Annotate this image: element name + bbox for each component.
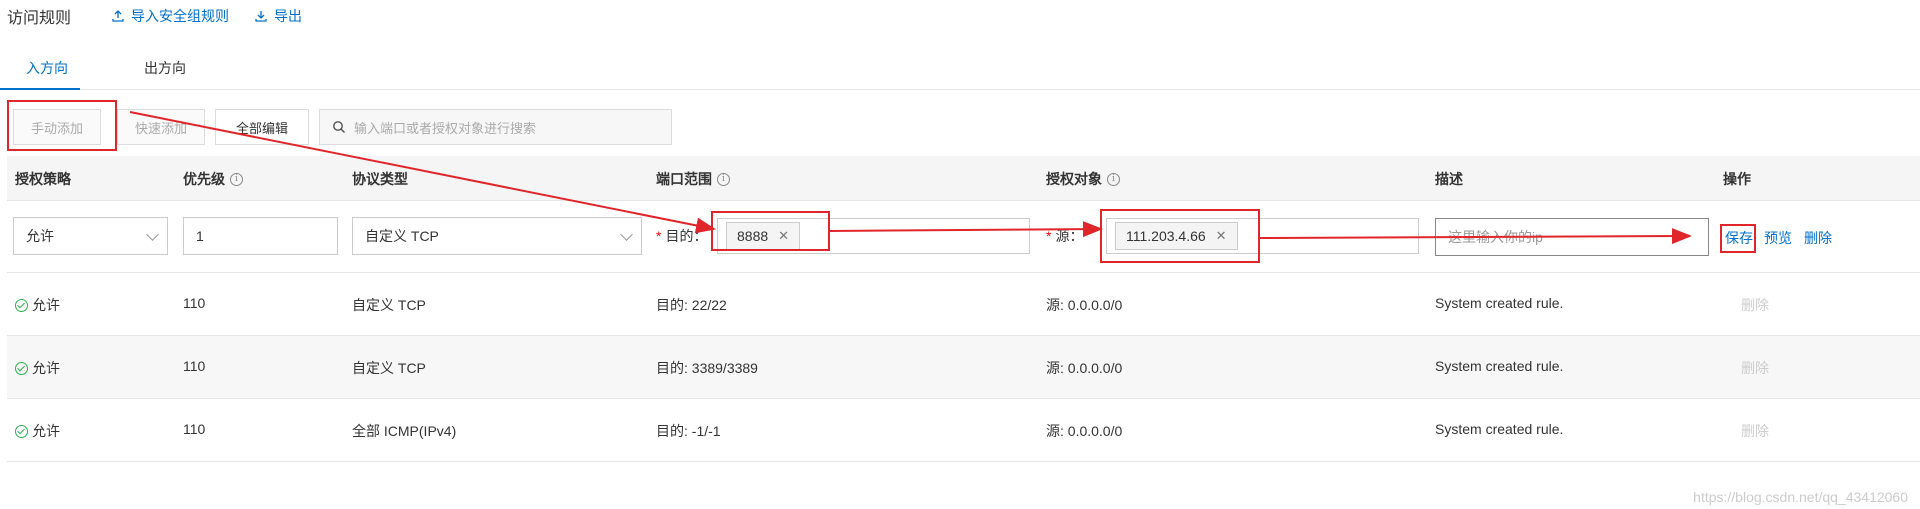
- priority-cell: 110: [183, 295, 206, 311]
- info-icon[interactable]: i: [230, 172, 243, 186]
- policy-cell: 允许: [15, 295, 60, 315]
- check-circle-icon: [15, 425, 28, 438]
- col-actions: 操作: [1723, 171, 1751, 187]
- delete-button[interactable]: 删除: [1804, 228, 1832, 248]
- description-input[interactable]: 这里输入你的ip: [1435, 218, 1709, 256]
- quick-add-button[interactable]: 快速添加: [117, 109, 205, 145]
- direction-tabs: 入方向 出方向: [7, 52, 1920, 90]
- search-placeholder: 输入端口或者授权对象进行搜索: [354, 120, 537, 136]
- table-row: 允许 110 自定义 TCP 目的: 22/22 源: 0.0.0.0/0 Sy…: [7, 273, 1920, 336]
- protocol-value: 自定义 TCP: [365, 228, 439, 244]
- description-placeholder: 这里输入你的ip: [1448, 229, 1543, 245]
- edit-rule-row: 允许 1 自定义 TCP * 目的： 8888 ✕ * 源： 111.203.4.6…: [7, 201, 1920, 273]
- close-icon[interactable]: ✕: [1216, 228, 1227, 244]
- info-icon[interactable]: i: [717, 172, 730, 186]
- export-label: 导出: [274, 8, 302, 24]
- info-icon[interactable]: i: [1107, 172, 1120, 186]
- protocol-cell: 自定义 TCP: [352, 360, 426, 376]
- port-cell: 目的: -1/-1: [656, 423, 721, 439]
- policy-select[interactable]: 允许: [13, 217, 168, 255]
- delete-button-disabled: 删除: [1741, 423, 1769, 439]
- policy-cell: 允许: [15, 421, 60, 441]
- source-cell: 源: 0.0.0.0/0: [1046, 297, 1123, 313]
- description-cell: System created rule.: [1435, 295, 1564, 311]
- priority-input[interactable]: 1: [183, 217, 338, 255]
- check-circle-icon: [15, 362, 28, 375]
- port-tag-label: 8888: [737, 228, 769, 244]
- import-rules-link[interactable]: 导入安全组规则: [111, 6, 229, 26]
- rules-table-header: 授权策略 优先级 i 协议类型 端口范围 i 授权对象 i 描述 操作: [7, 156, 1920, 201]
- priority-cell: 110: [183, 358, 206, 374]
- active-tab-indicator: [0, 88, 80, 90]
- protocol-select[interactable]: 自定义 TCP: [352, 217, 642, 255]
- table-row: 允许 110 自定义 TCP 目的: 3389/3389 源: 0.0.0.0/…: [7, 336, 1920, 399]
- source-label: * 源：: [1046, 228, 1084, 244]
- rule-search-input[interactable]: 输入端口或者授权对象进行搜索: [319, 109, 672, 145]
- chevron-down-icon: [620, 228, 633, 241]
- tab-inbound[interactable]: 入方向: [26, 58, 68, 90]
- policy-value: 允许: [26, 228, 54, 244]
- col-priority: 优先级 i: [183, 169, 243, 189]
- description-cell: System created rule.: [1435, 421, 1564, 437]
- manual-add-button[interactable]: 手动添加: [13, 109, 101, 145]
- source-tag-label: 111.203.4.66: [1126, 228, 1206, 244]
- col-policy: 授权策略: [15, 171, 71, 187]
- watermark: https://blog.csdn.net/qq_43412060: [1693, 489, 1908, 505]
- port-tag: 8888 ✕: [726, 222, 801, 250]
- port-cell: 目的: 22/22: [656, 297, 727, 313]
- tab-outbound[interactable]: 出方向: [144, 58, 186, 90]
- download-icon: [255, 11, 267, 22]
- preview-button[interactable]: 预览: [1764, 228, 1792, 248]
- policy-cell: 允许: [15, 358, 60, 378]
- page-title: 访问规则: [7, 10, 72, 27]
- table-row: 允许 110 全部 ICMP(IPv4) 目的: -1/-1 源: 0.0.0.…: [7, 399, 1920, 462]
- col-protocol: 协议类型: [352, 171, 408, 187]
- description-cell: System created rule.: [1435, 358, 1564, 374]
- port-cell: 目的: 3389/3389: [656, 360, 758, 376]
- upload-icon: [112, 10, 124, 22]
- check-circle-icon: [15, 299, 28, 312]
- col-auth-object: 授权对象 i: [1046, 169, 1120, 189]
- close-icon[interactable]: ✕: [778, 228, 789, 244]
- col-description: 描述: [1435, 171, 1463, 187]
- source-tag: 111.203.4.66 ✕: [1115, 222, 1238, 250]
- source-cell: 源: 0.0.0.0/0: [1046, 423, 1123, 439]
- protocol-cell: 自定义 TCP: [352, 297, 426, 313]
- search-icon: [333, 121, 346, 134]
- source-cell: 源: 0.0.0.0/0: [1046, 360, 1123, 376]
- import-rules-label: 导入安全组规则: [131, 8, 229, 24]
- edit-all-button[interactable]: 全部编辑: [215, 109, 309, 145]
- save-button[interactable]: 保存: [1725, 228, 1753, 248]
- delete-button-disabled: 删除: [1741, 360, 1769, 376]
- dest-label: * 目的：: [656, 228, 708, 244]
- priority-cell: 110: [183, 421, 206, 437]
- protocol-cell: 全部 ICMP(IPv4): [352, 423, 457, 439]
- col-port-range: 端口范围 i: [656, 169, 730, 189]
- delete-button-disabled: 删除: [1741, 297, 1769, 313]
- chevron-down-icon: [146, 228, 159, 241]
- priority-value: 1: [196, 228, 204, 244]
- export-link[interactable]: 导出: [254, 6, 302, 26]
